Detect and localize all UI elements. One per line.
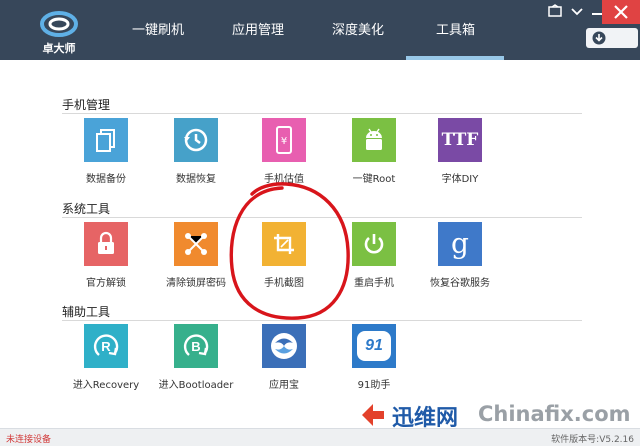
history-icon: [184, 128, 208, 152]
section-divider: [62, 113, 582, 114]
tool-tile: [174, 222, 218, 266]
tool-tile: [174, 118, 218, 162]
section-title-system-tools: 系统工具: [62, 202, 111, 216]
tool-tile: ¥: [262, 118, 306, 162]
tool-tile: [262, 324, 306, 368]
pattern-icon: [185, 233, 207, 255]
app-logo: 卓大师: [34, 6, 84, 56]
tool-tile: [352, 222, 396, 266]
crop-icon: [274, 234, 294, 254]
tool-tile: g: [438, 222, 482, 266]
tool-91-assistant[interactable]: 91 91助手: [334, 324, 414, 408]
tool-label: 恢复谷歌服务: [430, 278, 490, 289]
tool-restore-google-services[interactable]: g 恢复谷歌服务: [420, 222, 500, 306]
tool-reboot-phone[interactable]: 重启手机: [334, 222, 414, 306]
tool-label: 91助手: [357, 380, 391, 391]
tool-yingyongbao[interactable]: 应用宝: [244, 324, 324, 408]
lock-icon: [98, 231, 114, 254]
close-icon: [614, 5, 628, 19]
tool-tile: [262, 222, 306, 266]
ttf-icon: TTF: [441, 130, 479, 150]
android-root-icon: [366, 128, 382, 150]
section-title-auxiliary-tools: 辅助工具: [62, 305, 111, 319]
tool-phone-valuation[interactable]: ¥ 手机估值: [244, 118, 324, 202]
bootloader-icon: B: [191, 338, 201, 354]
tool-one-click-root[interactable]: 一键Root: [334, 118, 414, 202]
91-assistant-icon: 91: [365, 337, 383, 354]
tool-tile: [84, 222, 128, 266]
files-icon: [96, 129, 115, 152]
title-bar: 卓大师 一键刷机 应用管理 深度美化 工具箱: [0, 0, 640, 60]
power-icon: [364, 234, 384, 254]
tool-tile: [352, 118, 396, 162]
tool-font-diy[interactable]: TTF 字体DIY: [420, 118, 500, 202]
tool-data-backup[interactable]: 数据备份: [66, 118, 146, 202]
tool-enter-bootloader[interactable]: B 进入Bootloader: [156, 324, 236, 408]
tool-tile: 91: [352, 324, 396, 368]
section-divider: [62, 217, 582, 218]
tab-beautify[interactable]: 深度美化: [332, 20, 384, 42]
recovery-icon: R: [101, 338, 111, 354]
tool-tile: TTF: [438, 118, 482, 162]
tool-enter-recovery[interactable]: R 进入Recovery: [66, 324, 146, 408]
tool-data-restore[interactable]: 数据恢复: [156, 118, 236, 202]
download-icon: [592, 31, 606, 45]
tool-tile: B: [174, 324, 218, 368]
tool-official-unlock[interactable]: 官方解锁: [66, 222, 146, 306]
section-title-phone-management: 手机管理: [62, 98, 111, 112]
menu-icon[interactable]: [570, 4, 584, 18]
tool-tile: [84, 118, 128, 162]
tab-flash[interactable]: 一键刷机: [132, 20, 184, 42]
watermark-site: Chinafix.com: [478, 402, 631, 426]
tool-screenshot[interactable]: 手机截图: [244, 222, 324, 306]
svg-text:¥: ¥: [281, 136, 287, 147]
google-icon: g: [451, 227, 469, 260]
download-button[interactable]: [586, 28, 638, 48]
yingyongbao-icon: [271, 333, 297, 359]
section-divider: [62, 320, 582, 321]
tool-tile: R: [84, 324, 128, 368]
tab-toolbox[interactable]: 工具箱: [436, 20, 475, 42]
status-bar: 未连接设备 软件版本号:V5.2.16: [0, 428, 640, 446]
tab-app-manager[interactable]: 应用管理: [232, 20, 284, 42]
device-status: 未连接设备: [6, 435, 52, 445]
close-button[interactable]: [602, 0, 640, 24]
logo-text: 卓大师: [42, 42, 76, 55]
watermark-text: 迅维网: [392, 406, 459, 431]
logo-icon: [40, 11, 78, 37]
watermark-logo-icon: [362, 404, 384, 426]
skin-icon[interactable]: [548, 4, 562, 18]
version-label: 软件版本号:V5.2.16: [551, 435, 634, 445]
tool-label: 字体DIY: [441, 174, 479, 185]
phone-yen-icon: ¥: [276, 126, 292, 154]
tool-clear-lock-password[interactable]: 清除锁屏密码: [156, 222, 236, 306]
